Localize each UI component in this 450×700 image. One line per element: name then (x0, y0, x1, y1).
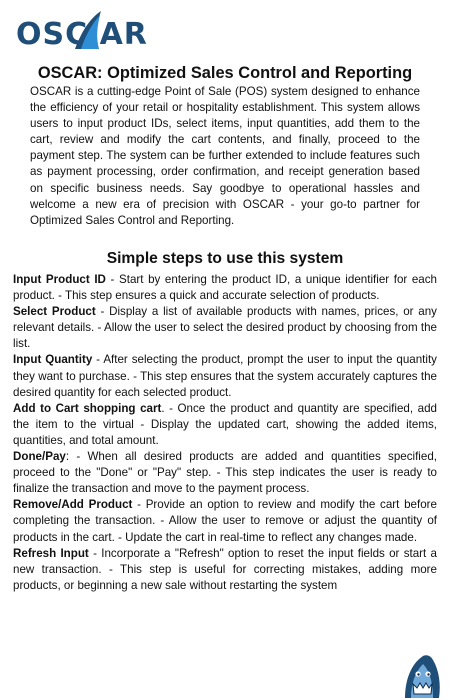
step-input-product-id: Input Product ID - Start by entering the… (13, 272, 437, 304)
shark-fin-icon (75, 11, 101, 49)
shark-mascot-icon (405, 655, 440, 698)
step-done-pay: Done/Pay: - When all desired products ar… (13, 449, 437, 497)
step-name: Done/Pay (13, 450, 66, 464)
step-name: Refresh Input (13, 546, 89, 560)
step-add-to-cart: Add to Cart shopping cart. - Once the pr… (13, 401, 437, 449)
page-title: OSCAR: Optimized Sales Control and Repor… (37, 64, 413, 82)
steps-list: Input Product ID - Start by entering the… (13, 272, 437, 594)
step-name: Remove/Add Product (13, 498, 133, 512)
step-remove-add-product: Remove/Add Product - Provide an option t… (13, 497, 437, 545)
steps-heading: Simple steps to use this system (106, 250, 344, 267)
step-name: Input Quantity (13, 353, 93, 367)
step-text: : - When all desired products are added … (13, 450, 437, 496)
oscar-logo: OSC AR (16, 11, 147, 53)
step-name: Add to Cart shopping cart (13, 401, 162, 415)
step-select-product: Select Product - Display a list of avail… (13, 304, 437, 352)
step-name: Select Product (13, 305, 96, 319)
step-input-quantity: Input Quantity - After selecting the pro… (13, 352, 437, 400)
intro-paragraph: OSCAR is a cutting-edge Point of Sale (P… (30, 85, 420, 227)
step-refresh-input: Refresh Input - Incorporate a "Refresh" … (13, 546, 437, 594)
step-name: Input Product ID (13, 273, 106, 286)
